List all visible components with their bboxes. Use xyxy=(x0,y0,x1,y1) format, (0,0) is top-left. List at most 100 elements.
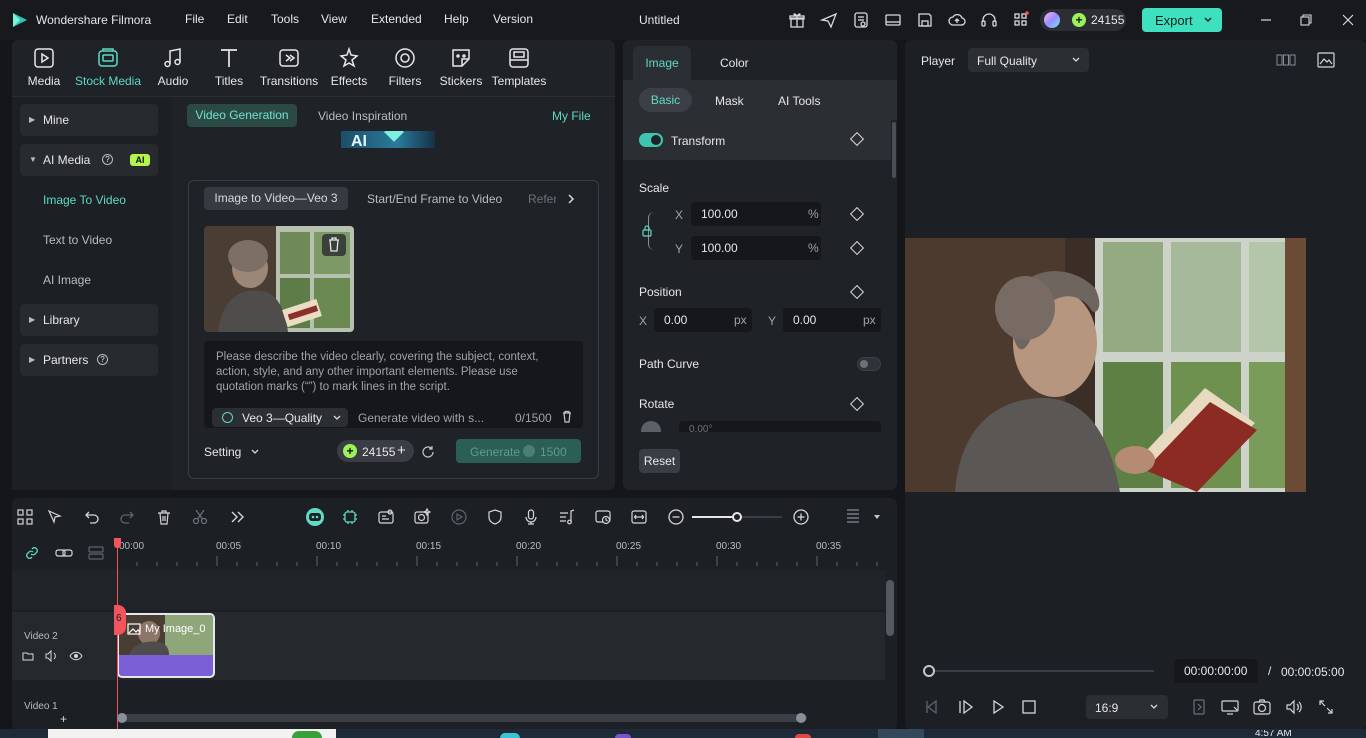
taskbar-app-icon[interactable] xyxy=(878,729,924,738)
scale-y-input[interactable]: 100.00 % xyxy=(691,236,821,260)
subtab-mask[interactable]: Mask xyxy=(715,94,744,108)
sidebar-item-ai-media[interactable]: ▼ AI Media ? AI xyxy=(20,144,158,176)
shield-icon[interactable] xyxy=(486,508,504,526)
camera-icon[interactable] xyxy=(1252,697,1272,717)
zoom-slider-handle[interactable] xyxy=(732,512,742,522)
taskbar-app-icon[interactable] xyxy=(795,734,811,738)
link-icon[interactable] xyxy=(23,544,41,562)
ai-image-tool-icon[interactable] xyxy=(413,508,431,526)
ai-track-icon[interactable] xyxy=(341,508,359,526)
menu-extended[interactable]: Extended xyxy=(371,12,422,26)
snapshot-view-icon[interactable] xyxy=(1316,51,1336,69)
toolbar-media[interactable]: Media xyxy=(14,46,74,88)
model-select[interactable]: Veo 3—Quality xyxy=(212,408,348,427)
layout-grid-icon[interactable] xyxy=(16,508,34,526)
ai-mate-icon[interactable] xyxy=(305,507,325,527)
notes-icon[interactable] xyxy=(852,11,870,29)
play-pause-icon[interactable] xyxy=(956,697,976,717)
volume-icon[interactable] xyxy=(1284,697,1304,717)
sidebar-item-partners[interactable]: ▶ Partners ? xyxy=(20,344,158,376)
zoom-out-icon[interactable] xyxy=(667,508,685,526)
toolbar-transitions[interactable]: Transitions xyxy=(258,46,320,88)
menu-file[interactable]: File xyxy=(185,12,204,26)
export-button[interactable]: Export xyxy=(1142,8,1222,32)
more-tools-icon[interactable] xyxy=(228,508,246,526)
my-file-link[interactable]: My File xyxy=(552,109,591,123)
toolbar-audio[interactable]: Audio xyxy=(143,46,203,88)
uploaded-image-thumbnail[interactable] xyxy=(204,226,354,332)
tab-video-inspiration[interactable]: Video Inspiration xyxy=(318,109,407,123)
stop-icon[interactable] xyxy=(1019,697,1039,717)
chevron-down-icon[interactable] xyxy=(250,447,260,457)
microphone-icon[interactable] xyxy=(522,508,540,526)
playhead-handle[interactable] xyxy=(114,538,121,548)
reset-button[interactable]: Reset xyxy=(639,449,680,473)
subtab-basic[interactable]: Basic xyxy=(639,88,692,112)
setting-dropdown[interactable]: Setting xyxy=(204,445,241,459)
toolbar-titles[interactable]: Titles xyxy=(199,46,259,88)
delete-icon[interactable] xyxy=(155,508,173,526)
track-layout-icon[interactable] xyxy=(844,507,862,525)
play-icon[interactable] xyxy=(988,697,1008,717)
toolbar-templates[interactable]: Templates xyxy=(489,46,549,88)
tab-video-generation[interactable]: Video Generation xyxy=(187,104,297,127)
chain-icon[interactable] xyxy=(55,544,73,562)
rotate-dial[interactable] xyxy=(641,421,661,432)
speaker-icon[interactable] xyxy=(45,650,59,662)
mode-tab-image-to-video[interactable]: Image to Video—Veo 3 xyxy=(204,187,348,210)
delete-image-button[interactable] xyxy=(322,234,346,256)
menu-help[interactable]: Help xyxy=(444,12,469,26)
timeline-horizontal-scrollbar[interactable] xyxy=(117,713,807,723)
close-icon[interactable] xyxy=(1342,14,1354,26)
refresh-icon[interactable] xyxy=(421,444,435,458)
help-icon[interactable]: ? xyxy=(97,354,108,365)
rotate-input[interactable]: 0.00° xyxy=(679,421,881,432)
playhead-marker-badge[interactable]: 6 xyxy=(114,605,126,635)
transform-toggle[interactable] xyxy=(639,133,663,147)
sidebar-item-image-to-video[interactable]: Image To Video xyxy=(20,184,158,216)
player-progress-track[interactable] xyxy=(928,670,1154,672)
eye-icon[interactable] xyxy=(69,650,83,662)
apps-grid-icon[interactable] xyxy=(1012,11,1030,29)
pos-y-input[interactable]: 0.00 px xyxy=(783,308,881,332)
maximize-icon[interactable] xyxy=(1300,14,1312,26)
gift-icon[interactable] xyxy=(788,11,806,29)
add-track-icon[interactable]: + xyxy=(60,712,67,726)
path-curve-toggle[interactable] xyxy=(857,357,881,371)
mode-tab-reference[interactable]: Refer xyxy=(528,192,556,206)
sidebar-item-text-to-video[interactable]: Text to Video xyxy=(20,224,158,256)
grid-view-icon[interactable] xyxy=(1276,52,1296,68)
redo-icon[interactable] xyxy=(118,508,136,526)
minimize-icon[interactable] xyxy=(1260,14,1272,26)
zoom-in-icon[interactable] xyxy=(792,508,810,526)
credits-pill[interactable]: + 24155 xyxy=(1040,9,1126,31)
sidebar-item-library[interactable]: ▶ Library xyxy=(20,304,158,336)
scale-x-input[interactable]: 100.00 % xyxy=(691,202,821,226)
tab-color[interactable]: Color xyxy=(720,56,749,70)
cloud-upload-icon[interactable] xyxy=(948,11,966,29)
timeline-ruler[interactable]: 00:00 00:05 00:10 00:15 00:20 00:25 00:3… xyxy=(117,538,887,568)
current-time-field[interactable]: 00:00:00:00 xyxy=(1174,659,1258,683)
select-tool-icon[interactable] xyxy=(46,508,64,526)
fit-timeline-icon[interactable] xyxy=(630,508,648,526)
scroll-handle-right[interactable] xyxy=(796,713,806,723)
player-progress-handle[interactable] xyxy=(923,665,935,677)
folder-icon[interactable] xyxy=(22,650,34,662)
taskbar-app-icon[interactable] xyxy=(500,733,520,738)
tab-image[interactable]: Image xyxy=(633,46,691,80)
render-icon[interactable] xyxy=(450,508,468,526)
save-icon[interactable] xyxy=(916,11,934,29)
fullscreen-icon[interactable] xyxy=(1316,697,1336,717)
send-icon[interactable] xyxy=(820,11,838,29)
menu-version[interactable]: Version xyxy=(493,12,533,26)
pos-x-input[interactable]: 0.00 px xyxy=(654,308,752,332)
toolbar-effects[interactable]: Effects xyxy=(319,46,379,88)
taskbar-app-icon[interactable] xyxy=(615,734,631,738)
toolbar-stickers[interactable]: Stickers xyxy=(431,46,491,88)
menu-view[interactable]: View xyxy=(321,12,347,26)
menu-tools[interactable]: Tools xyxy=(271,12,299,26)
clear-prompt-icon[interactable] xyxy=(560,410,574,424)
display-settings-icon[interactable] xyxy=(1220,697,1240,717)
toolbar-stock-media[interactable]: Stock Media xyxy=(74,46,142,88)
headset-icon[interactable] xyxy=(980,11,998,29)
